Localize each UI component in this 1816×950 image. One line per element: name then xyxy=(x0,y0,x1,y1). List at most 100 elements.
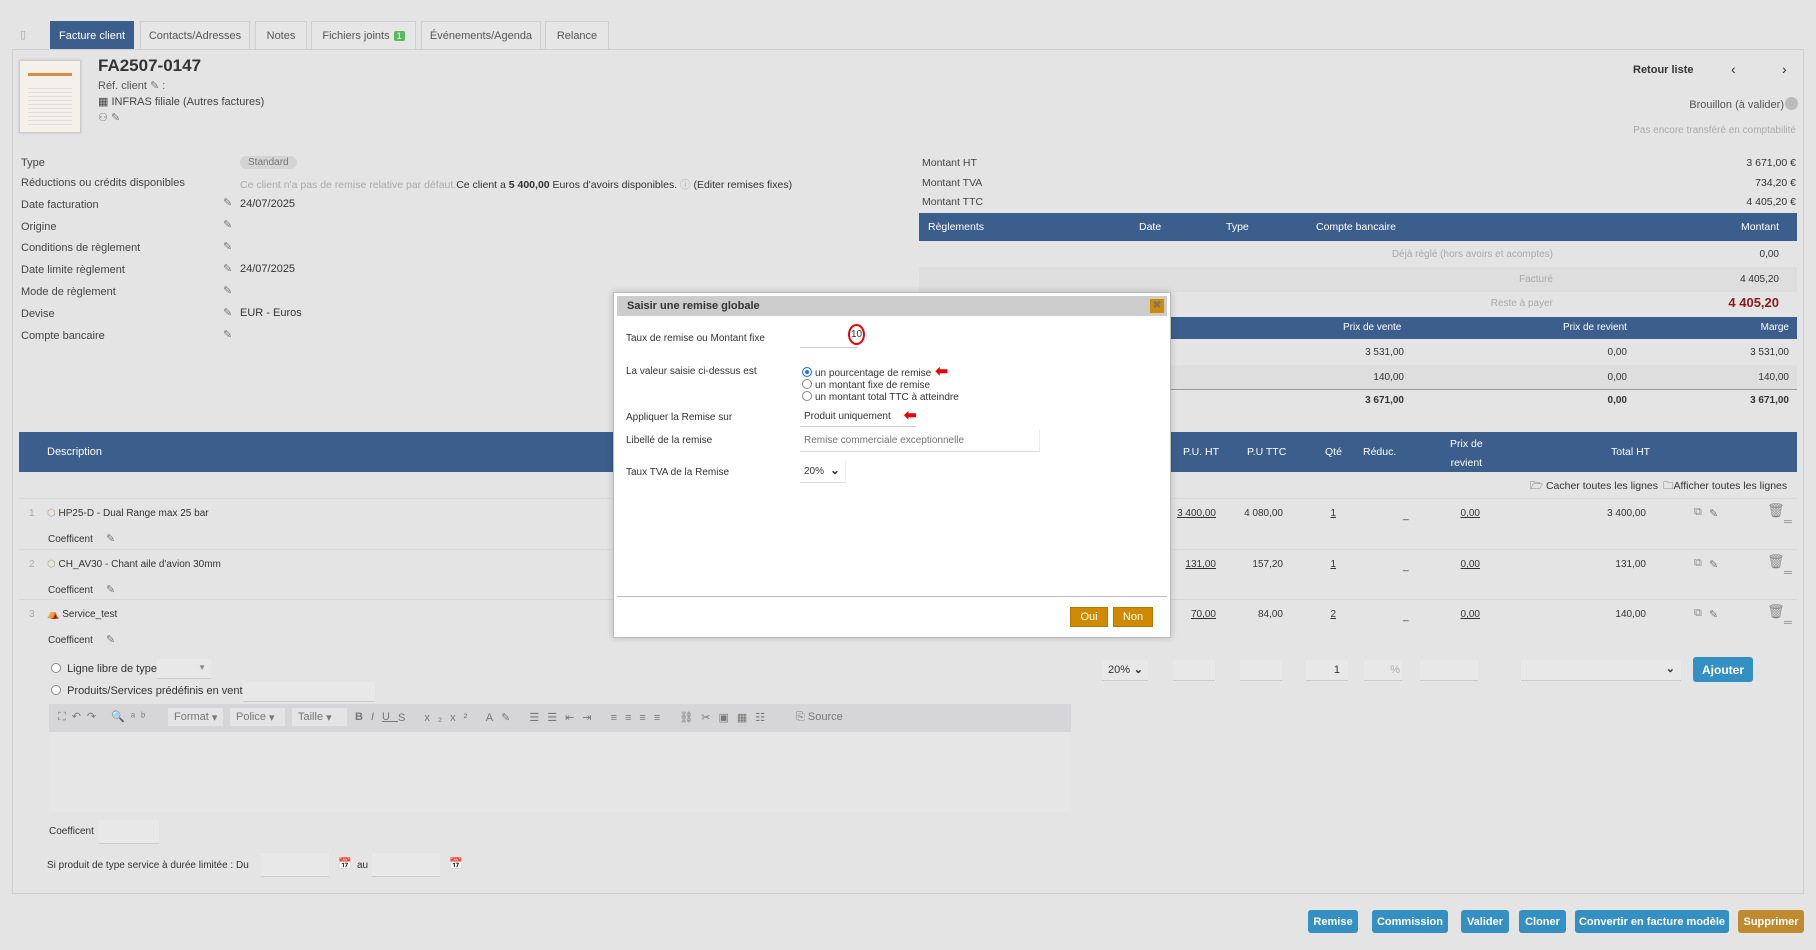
copy-icon[interactable]: ⧉ xyxy=(1694,607,1702,620)
line-cost[interactable]: 0,00 xyxy=(1461,559,1480,570)
hide-all-lines-link[interactable]: 🗁 Cacher toutes les lignes xyxy=(1530,478,1658,496)
line-description[interactable]: ⬡ HP25-D - Dual Range max 25 bar xyxy=(47,508,209,519)
tab-relance[interactable]: Relance xyxy=(545,21,609,49)
pencil-icon[interactable]: ✎ xyxy=(223,306,232,319)
line-pu-ht[interactable]: 70,00 xyxy=(1191,609,1216,620)
pencil-icon[interactable]: ✎ xyxy=(106,532,115,545)
calendar-icon[interactable]: 📅 xyxy=(338,857,352,870)
margin-cell: 140,00 xyxy=(1373,372,1404,383)
yes-button[interactable]: Oui xyxy=(1070,607,1108,627)
count-badge: 1 xyxy=(393,30,405,41)
reduc-input[interactable]: % xyxy=(1364,660,1402,681)
free-line-option[interactable]: Ligne libre de type xyxy=(51,663,157,675)
pu-ht-input[interactable] xyxy=(1173,660,1215,681)
coef-input[interactable] xyxy=(99,820,159,844)
format-buttons[interactable]: BIUS x₂x² A✎ ☰☰⇤⇥ ≡≡≡≡ ⛓✂▣▦☷ xyxy=(355,706,773,728)
clone-button[interactable]: Cloner xyxy=(1519,910,1566,933)
date-to-input[interactable] xyxy=(372,853,440,877)
radio[interactable] xyxy=(802,379,812,389)
line-description[interactable]: ⬡ CH_AV30 - Chant aile d'avion 30mm xyxy=(47,559,221,570)
trash-icon[interactable]: 🗑 xyxy=(1767,603,1785,620)
pencil-icon[interactable]: ✎ xyxy=(223,240,232,253)
pencil-icon[interactable]: ✎ xyxy=(1709,507,1718,520)
line-description[interactable]: ⛺ Service_test xyxy=(47,609,117,620)
vat-select[interactable]: 20% ⌄ xyxy=(1102,660,1148,681)
commission-button[interactable]: Commission xyxy=(1372,910,1448,933)
option-total-ttc[interactable]: un montant total TTC à atteindre xyxy=(802,391,959,403)
unit-select[interactable]: ⌄ xyxy=(1521,660,1681,681)
tab-notes[interactable]: Notes xyxy=(255,21,307,49)
line-cost[interactable]: 0,00 xyxy=(1461,508,1480,519)
format-dropdown[interactable]: Format ▾ xyxy=(168,708,223,726)
date-from-input[interactable] xyxy=(261,853,329,877)
hide-all-label: Cacher toutes les lignes xyxy=(1545,480,1659,492)
source-button[interactable]: ⎘ Source xyxy=(796,706,843,728)
line-qty[interactable]: 2 xyxy=(1330,609,1336,620)
radio-selected[interactable] xyxy=(802,367,812,377)
product-search-input[interactable] xyxy=(243,682,375,702)
drag-handle-icon[interactable]: ═ xyxy=(1784,617,1792,629)
drag-handle-icon[interactable]: ═ xyxy=(1784,516,1792,528)
pencil-icon[interactable]: ✎ xyxy=(223,262,232,275)
predefined-option[interactable]: Produits/Services prédéfinis en vente xyxy=(51,685,249,697)
option-percentage[interactable]: un pourcentage de remise ⬅ xyxy=(802,364,959,379)
due-date-value: 24/07/2025 xyxy=(240,263,296,275)
tab-evenements[interactable]: Événements/Agenda xyxy=(421,21,541,49)
next-icon[interactable]: › xyxy=(1782,61,1787,77)
pencil-icon[interactable]: ✎ xyxy=(106,583,115,596)
pencil-icon[interactable]: ✎ xyxy=(223,196,232,209)
size-dropdown[interactable]: Taille ▾ xyxy=(292,708,347,726)
add-line-button[interactable]: Ajouter xyxy=(1693,657,1753,682)
pencil-icon[interactable]: ✎ xyxy=(111,112,120,124)
copy-icon[interactable]: ⧉ xyxy=(1694,506,1702,519)
thirdparty[interactable]: ▦ INFRAS filiale (Autres factures) xyxy=(98,95,264,108)
pu-ttc-input[interactable] xyxy=(1240,660,1282,681)
option-fixed[interactable]: un montant fixe de remise xyxy=(802,379,959,391)
tab-fichiers[interactable]: Fichiers joints 1 xyxy=(311,21,416,49)
trash-icon[interactable]: 🗑 xyxy=(1767,502,1785,519)
close-icon[interactable]: ✖ xyxy=(1150,299,1164,313)
line-qty[interactable]: 1 xyxy=(1330,508,1336,519)
apply-select[interactable]: Produit uniquement xyxy=(800,407,916,427)
validate-button[interactable]: Valider xyxy=(1461,910,1509,933)
line-pu-ht[interactable]: 131,00 xyxy=(1185,559,1216,570)
font-dropdown[interactable]: Police ▾ xyxy=(230,708,285,726)
delete-button[interactable]: Supprimer xyxy=(1738,910,1804,933)
convert-template-button[interactable]: Convertir en facture modèle xyxy=(1575,910,1729,933)
radio[interactable] xyxy=(802,391,812,401)
radio[interactable] xyxy=(51,663,61,673)
pencil-icon[interactable]: ✎ xyxy=(1709,558,1718,571)
calendar-icon[interactable]: 📅 xyxy=(449,857,463,870)
libelle-input[interactable] xyxy=(800,430,1040,452)
edit-fixed-discounts-link[interactable]: (Editer remises fixes) xyxy=(693,179,792,191)
qty-input[interactable]: 1 xyxy=(1306,660,1348,681)
tab-contacts[interactable]: Contacts/Adresses xyxy=(140,21,250,49)
remise-button[interactable]: Remise xyxy=(1308,910,1358,933)
trash-icon[interactable]: 🗑 xyxy=(1767,553,1785,570)
pencil-icon[interactable]: ✎ xyxy=(223,284,232,297)
tab-facture-client[interactable]: Facture client xyxy=(50,21,134,49)
radio[interactable] xyxy=(51,685,61,695)
no-button[interactable]: Non xyxy=(1113,607,1153,627)
line-pu-ht[interactable]: 3 400,00 xyxy=(1177,508,1216,519)
line-qty[interactable]: 1 xyxy=(1330,559,1336,570)
cost-input[interactable] xyxy=(1420,660,1478,681)
vat-select[interactable]: 20% ⌄ xyxy=(800,461,846,483)
pencil-icon[interactable]: ✎ xyxy=(106,633,115,646)
copy-icon[interactable]: ⧉ xyxy=(1694,557,1702,570)
pencil-icon[interactable]: ✎ xyxy=(1709,608,1718,621)
previous-icon[interactable]: ‹ xyxy=(1731,61,1736,77)
description-editor[interactable] xyxy=(49,732,1071,812)
col-bank-account: Compte bancaire xyxy=(1316,221,1396,233)
line-type-select[interactable]: ▼ xyxy=(157,659,211,679)
pencil-icon[interactable]: ✎ xyxy=(223,328,232,341)
line-cost[interactable]: 0,00 xyxy=(1461,609,1480,620)
drag-handle-icon[interactable]: ═ xyxy=(1784,567,1792,579)
document-thumbnail[interactable] xyxy=(19,60,81,133)
show-all-lines-link[interactable]: 🗀Afficher toutes les lignes xyxy=(1663,478,1787,496)
back-to-list-link[interactable]: Retour liste xyxy=(1633,64,1694,76)
pencil-icon[interactable]: ✎ xyxy=(150,80,159,92)
pencil-icon[interactable]: ✎ xyxy=(223,218,232,231)
margin-cell: 0,00 xyxy=(1607,372,1627,383)
toolbar-icons-left[interactable]: ⛶↶↷ 🔍ᵃᵇ xyxy=(58,706,151,728)
